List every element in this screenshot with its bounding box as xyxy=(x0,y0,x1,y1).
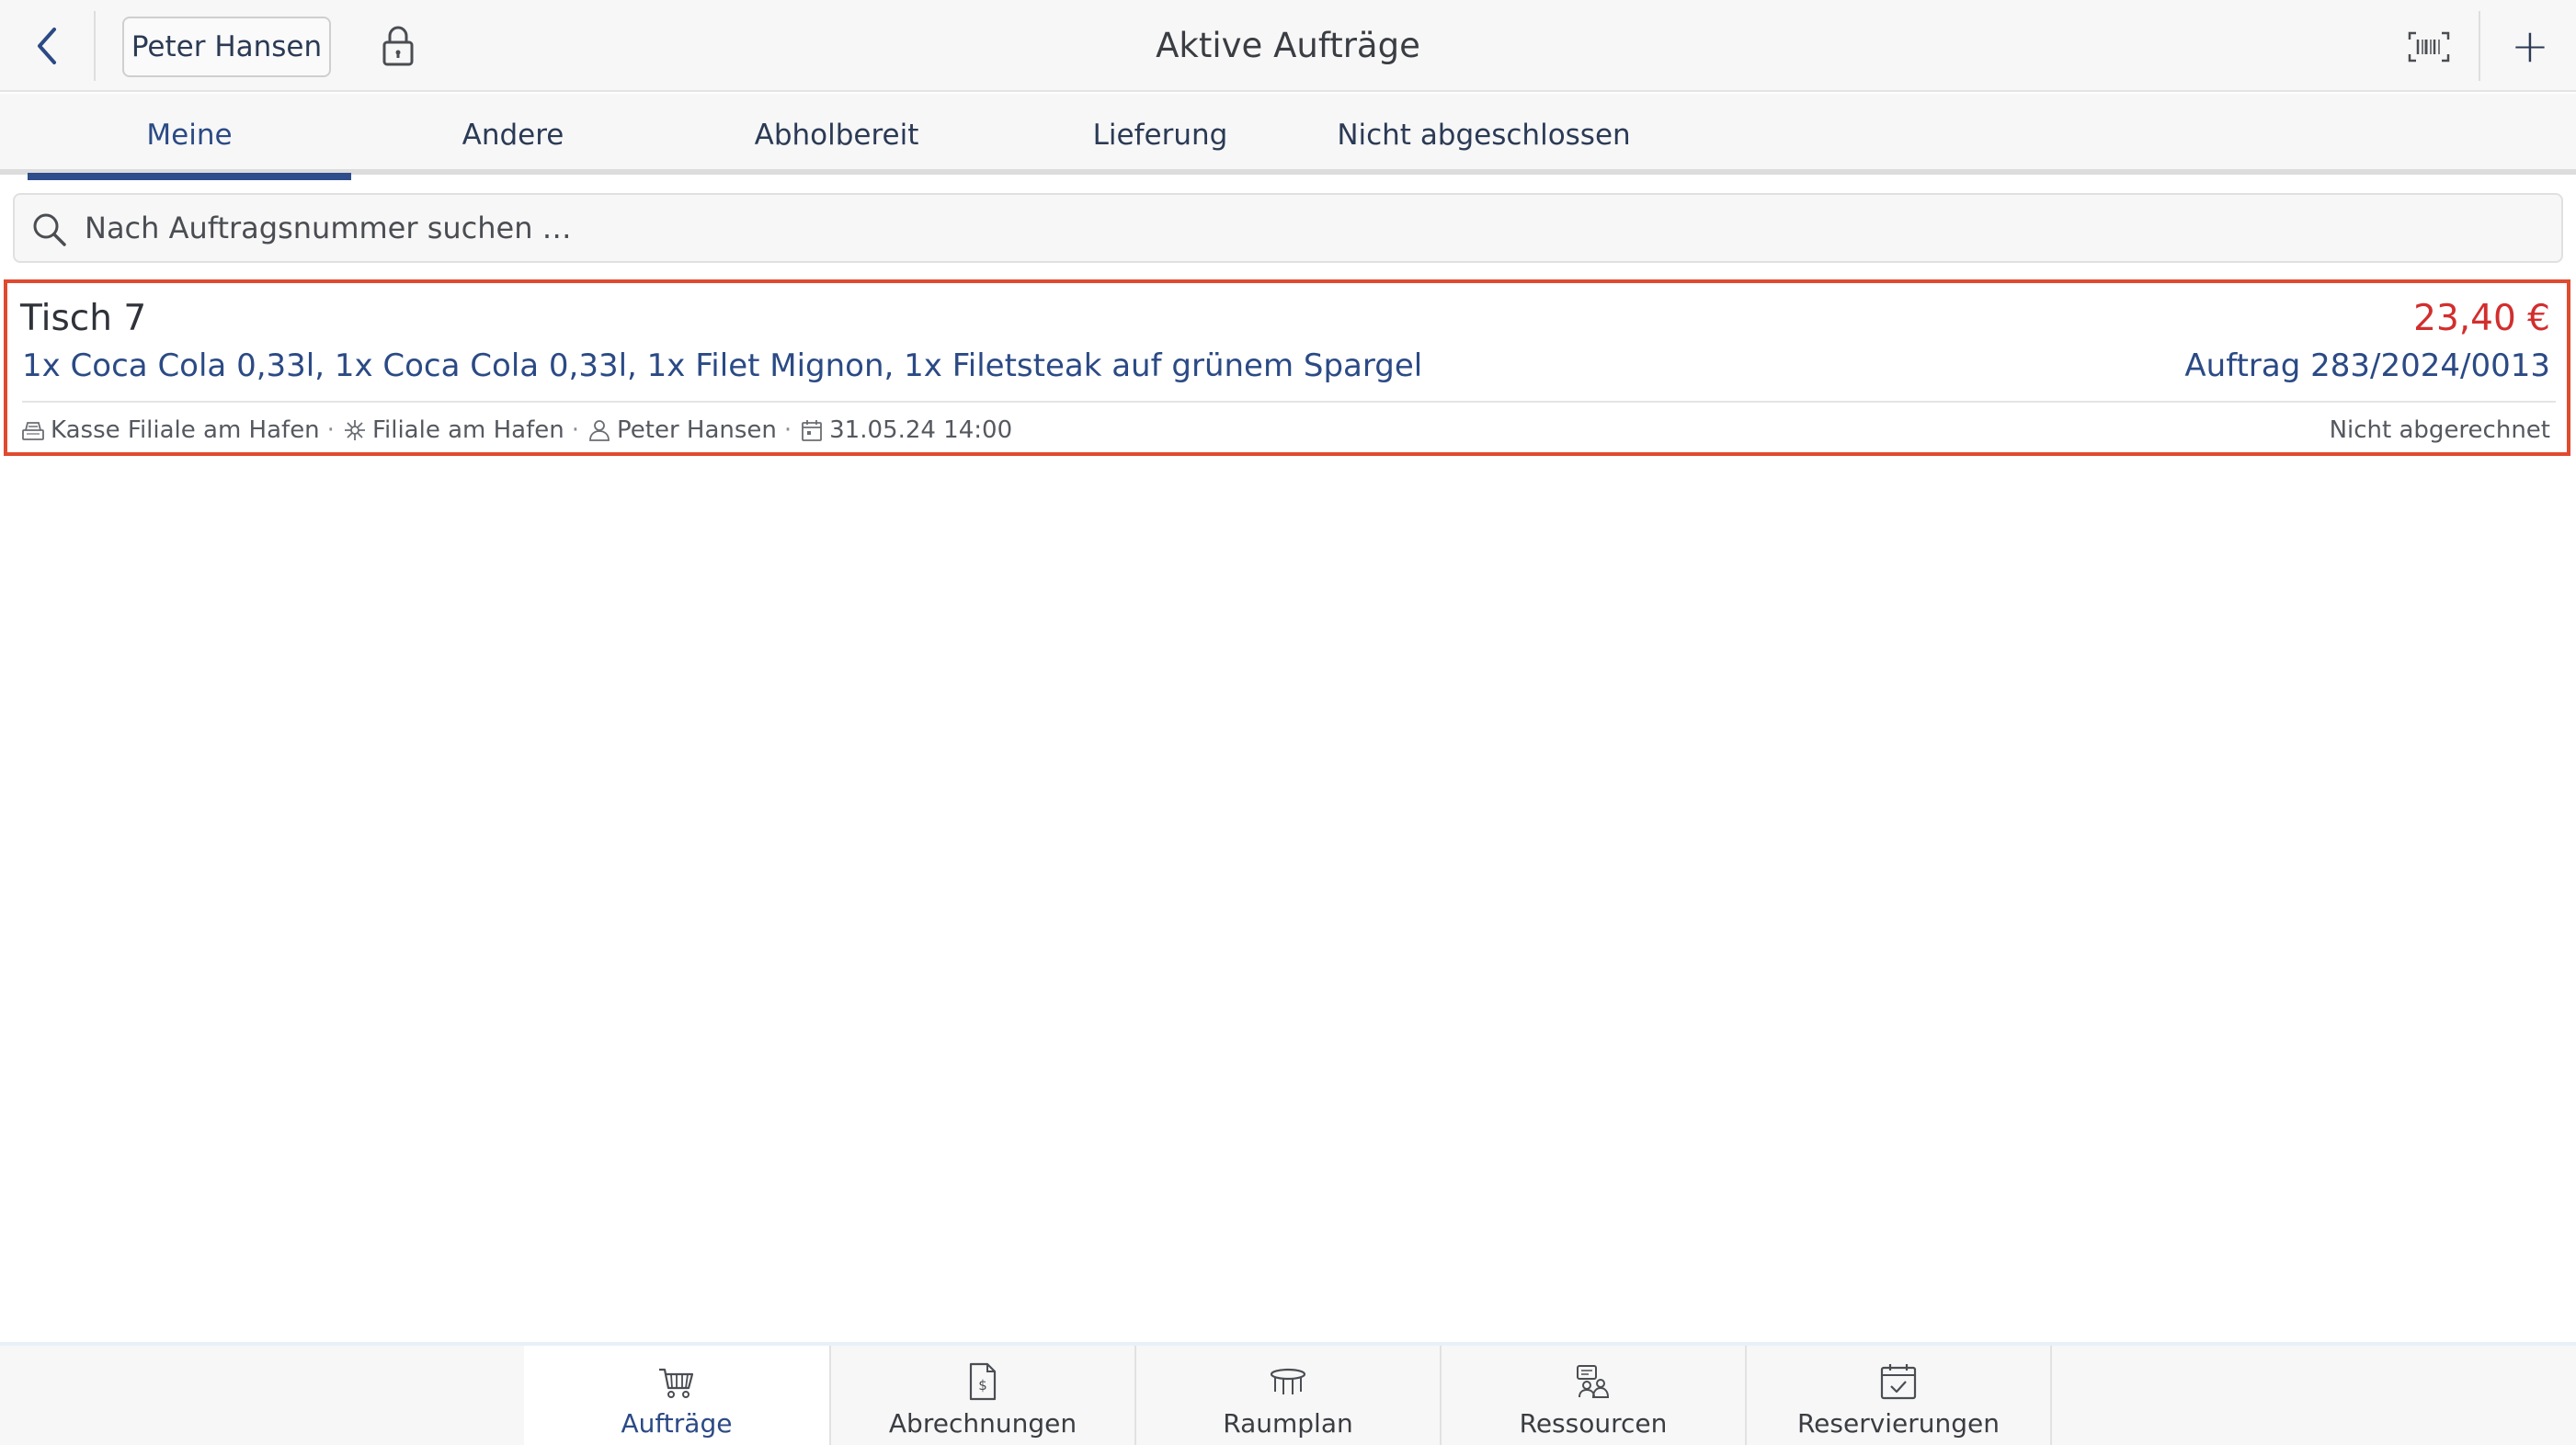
order-items: 1x Coca Cola 0,33l, 1x Coca Cola 0,33l, … xyxy=(22,347,1423,384)
order-price: 23,40 € xyxy=(2413,298,2550,339)
order-waiter: Peter Hansen xyxy=(617,416,777,444)
order-datetime: 31.05.24 14:00 xyxy=(829,416,1013,444)
order-tabs: Meine Andere Abholbereit Lieferung Nicht… xyxy=(0,94,2576,180)
tab-andere[interactable]: Andere xyxy=(351,94,675,175)
nav-abrechnungen[interactable]: $ Abrechnungen xyxy=(829,1346,1134,1445)
order-status: Nicht abgerechnet xyxy=(2329,416,2550,444)
nav-raumplan[interactable]: Raumplan xyxy=(1134,1346,1440,1445)
nav-label: Aufträge xyxy=(621,1408,733,1439)
top-bar: Peter Hansen Aktive Aufträge + xyxy=(0,0,2576,92)
barcode-scan-button[interactable] xyxy=(2401,24,2456,70)
search-bar xyxy=(13,193,2563,263)
user-icon xyxy=(589,420,610,441)
order-card[interactable]: Tisch 7 23,40 € 1x Coca Cola 0,33l, 1x C… xyxy=(4,279,2570,456)
resources-icon xyxy=(1577,1365,1610,1398)
search-icon xyxy=(33,213,66,246)
header-divider xyxy=(2479,11,2480,81)
svg-text:$: $ xyxy=(978,1377,987,1394)
order-number: Auftrag 283/2024/0013 xyxy=(2184,347,2550,384)
calendar-icon xyxy=(802,420,823,441)
nav-divider xyxy=(2050,1346,2052,1445)
nav-auftraege[interactable]: Aufträge xyxy=(524,1346,829,1445)
header-divider xyxy=(94,11,96,81)
nav-label: Raumplan xyxy=(1223,1408,1353,1439)
calendar-check-icon xyxy=(1880,1364,1917,1400)
tab-abholbereit[interactable]: Abholbereit xyxy=(675,94,998,175)
add-order-button[interactable]: + xyxy=(2501,17,2559,75)
order-table-name: Tisch 7 xyxy=(20,298,147,339)
cash-register-icon xyxy=(22,422,44,440)
order-branch: Filiale am Hafen xyxy=(371,416,564,444)
nav-ressourcen[interactable]: Ressourcen xyxy=(1440,1346,1745,1445)
nav-label: Abrechnungen xyxy=(888,1408,1077,1439)
user-button[interactable]: Peter Hansen xyxy=(122,17,331,77)
order-meta: Kasse Filiale am Hafen · Filiale am Hafe… xyxy=(20,412,1012,449)
nav-label: Ressourcen xyxy=(1519,1408,1668,1439)
tab-lieferung[interactable]: Lieferung xyxy=(998,94,1322,175)
barcode-icon xyxy=(2408,31,2450,63)
bottom-nav: Aufträge $ Abrechnungen Raumplan Ressour… xyxy=(0,1346,2576,1445)
lock-icon[interactable] xyxy=(377,24,419,70)
nav-reservierungen[interactable]: Reservierungen xyxy=(1745,1346,2050,1445)
search-input[interactable] xyxy=(85,195,2548,261)
order-divider xyxy=(22,401,2556,403)
basket-icon xyxy=(659,1368,694,1398)
order-register: Kasse Filiale am Hafen xyxy=(51,416,320,444)
tab-nicht-abgeschlossen[interactable]: Nicht abgeschlossen xyxy=(1322,94,1646,175)
chevron-left-icon xyxy=(38,28,56,64)
nav-label: Reservierungen xyxy=(1796,1408,2000,1439)
branch-icon xyxy=(344,420,365,440)
tab-meine[interactable]: Meine xyxy=(28,94,351,180)
table-icon xyxy=(1270,1368,1306,1394)
invoice-icon: $ xyxy=(969,1362,997,1401)
back-button[interactable] xyxy=(20,18,75,74)
